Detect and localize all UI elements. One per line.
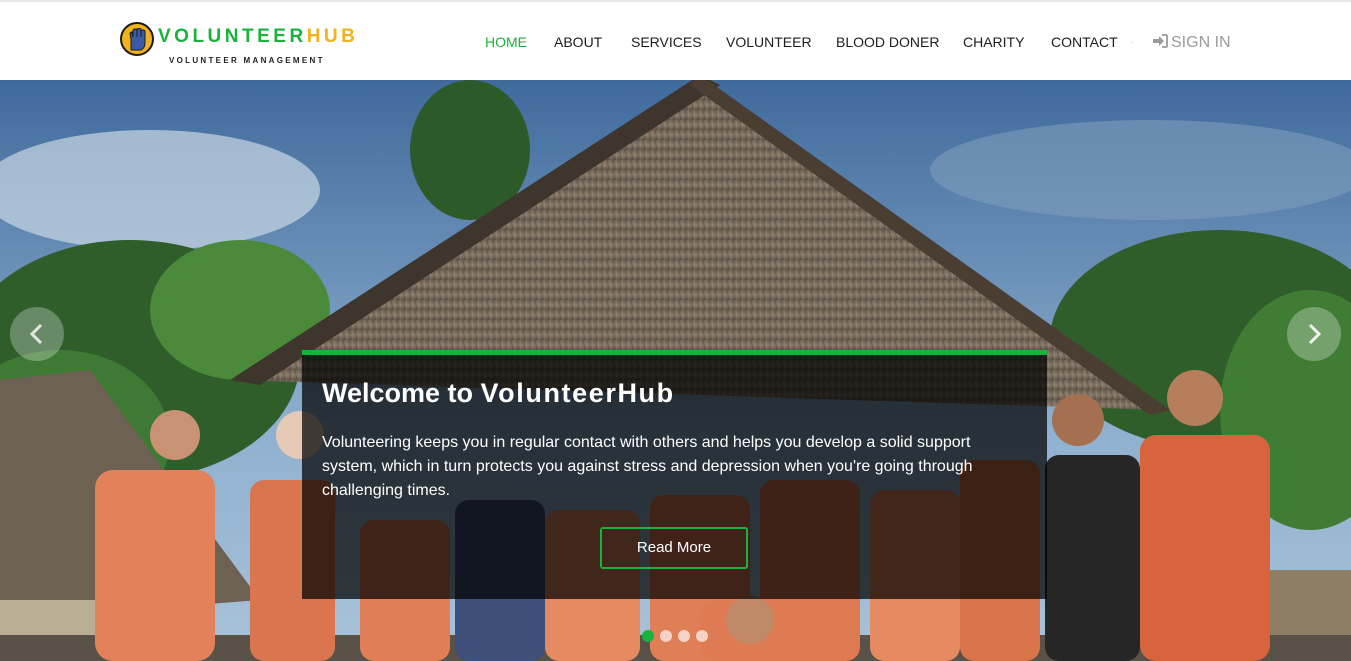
sign-in-icon <box>1153 34 1168 48</box>
carousel-next-button[interactable] <box>1287 307 1341 361</box>
nav-item-about[interactable]: ABOUT <box>554 33 602 51</box>
sign-in-link[interactable]: SIGN IN <box>1153 34 1231 52</box>
carousel-indicator-3[interactable] <box>678 630 690 642</box>
carousel-indicators <box>642 630 722 644</box>
carousel-indicator-4[interactable] <box>696 630 708 642</box>
nav-separator: · <box>1131 37 1135 48</box>
main-nav: HOME ABOUT SERVICES VOLUNTEER BLOOD DONE… <box>0 33 1351 53</box>
hero-title-brand: VolunteerHub <box>480 378 675 408</box>
hero-caption: Welcome to VolunteerHub Volunteering kee… <box>302 350 1047 599</box>
chevron-left-icon <box>29 323 43 345</box>
carousel-prev-button[interactable] <box>10 307 64 361</box>
nav-item-charity[interactable]: CHARITY <box>963 33 1024 51</box>
site-header: VOLUNTEERHUB VOLUNTEER MANAGEMENT HOME A… <box>0 0 1351 80</box>
nav-item-contact[interactable]: CONTACT <box>1051 33 1118 51</box>
nav-item-home[interactable]: HOME <box>485 33 527 51</box>
hero-carousel: Welcome to VolunteerHub Volunteering kee… <box>0 80 1351 661</box>
hero-title-prefix: Welcome to <box>322 378 481 408</box>
read-more-button[interactable]: Read More <box>600 527 748 569</box>
nav-item-blood-doner[interactable]: BLOOD DONER <box>836 33 939 51</box>
nav-item-volunteer[interactable]: VOLUNTEER <box>726 33 812 51</box>
hero-text: Volunteering keeps you in regular contac… <box>322 434 973 499</box>
carousel-indicator-1[interactable] <box>642 630 654 642</box>
chevron-right-icon <box>1308 323 1322 345</box>
logo-tagline: VOLUNTEER MANAGEMENT <box>169 56 325 65</box>
carousel-indicator-2[interactable] <box>660 630 672 642</box>
sign-in-label: SIGN IN <box>1171 34 1231 51</box>
hero-title: Welcome to VolunteerHub <box>322 377 675 409</box>
nav-item-services[interactable]: SERVICES <box>631 33 702 51</box>
